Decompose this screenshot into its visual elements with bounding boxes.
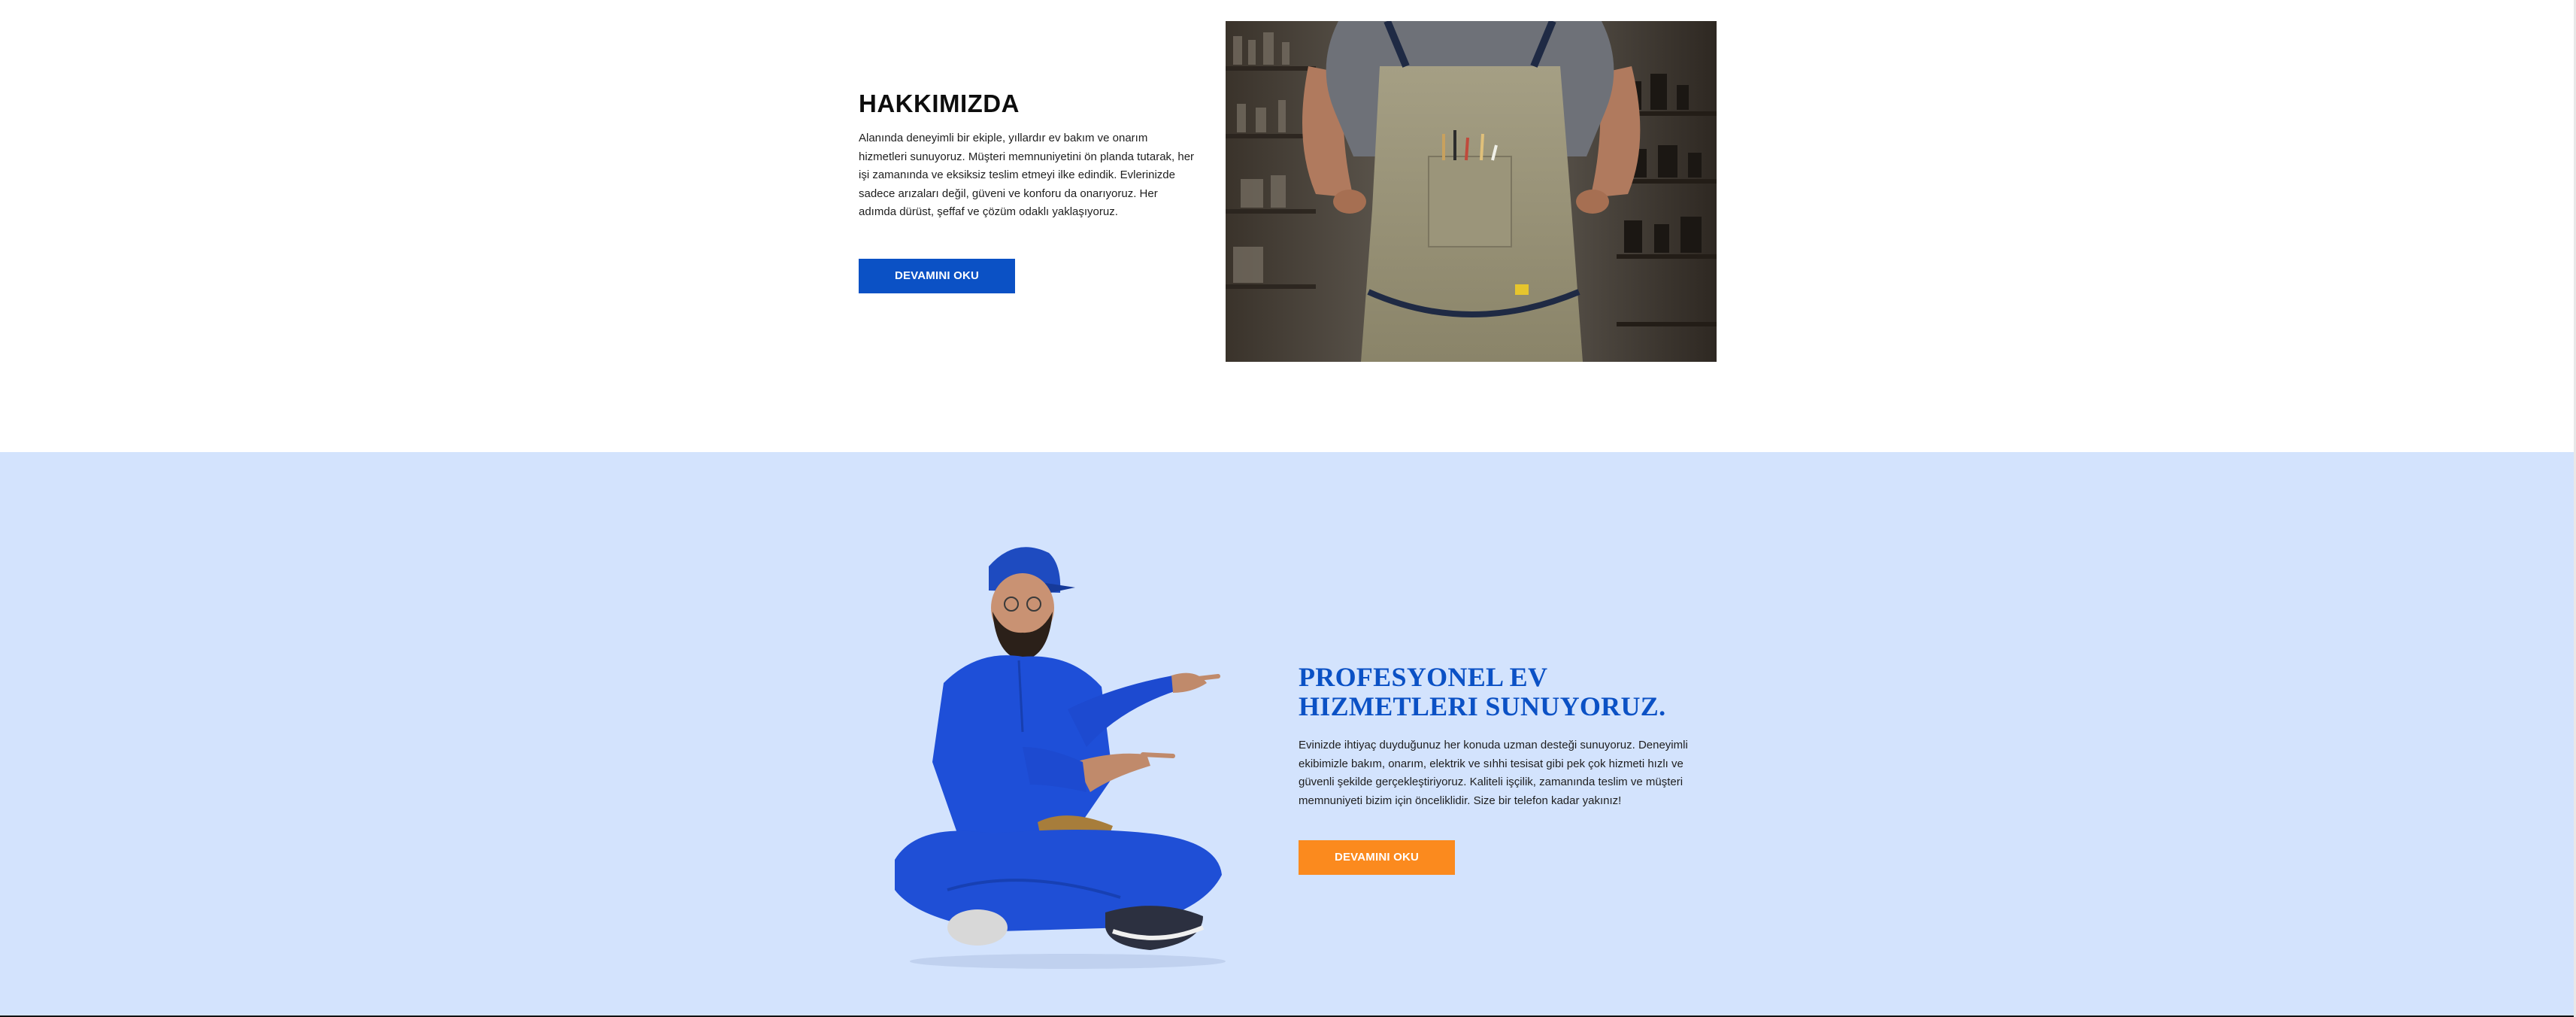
page: HAKKIMIZDA Alanında deneyimli bir ekiple… [0, 0, 2576, 1017]
services-section: PROFESYONEL EV HIZMETLERI SUNUYORUZ. Evi… [0, 452, 2576, 1015]
services-text-block: PROFESYONEL EV HIZMETLERI SUNUYORUZ. Evi… [1299, 662, 1720, 875]
about-description: Alanında deneyimli bir ekiple, yıllardır… [859, 132, 1195, 218]
about-read-more-button[interactable]: DEVAMINI OKU [859, 259, 1015, 293]
services-read-more-button[interactable]: DEVAMINI OKU [1299, 840, 1455, 875]
craftsman-apron-photo [1226, 21, 1717, 362]
services-description: Evinizde ihtiyaç duyduğunuz her konuda u… [1299, 739, 1688, 807]
handyman-worker-photo [887, 536, 1263, 974]
services-title: PROFESYONEL EV HIZMETLERI SUNUYORUZ. [1299, 662, 1666, 721]
handyman-illustration [895, 547, 1226, 969]
about-title: HAKKIMIZDA [859, 90, 1020, 117]
craftsman-apron-illustration [1226, 21, 1717, 362]
about-section: HAKKIMIZDA Alanında deneyimli bir ekiple… [0, 0, 2576, 451]
about-text-block: HAKKIMIZDA Alanında deneyimli bir ekiple… [859, 89, 1197, 293]
